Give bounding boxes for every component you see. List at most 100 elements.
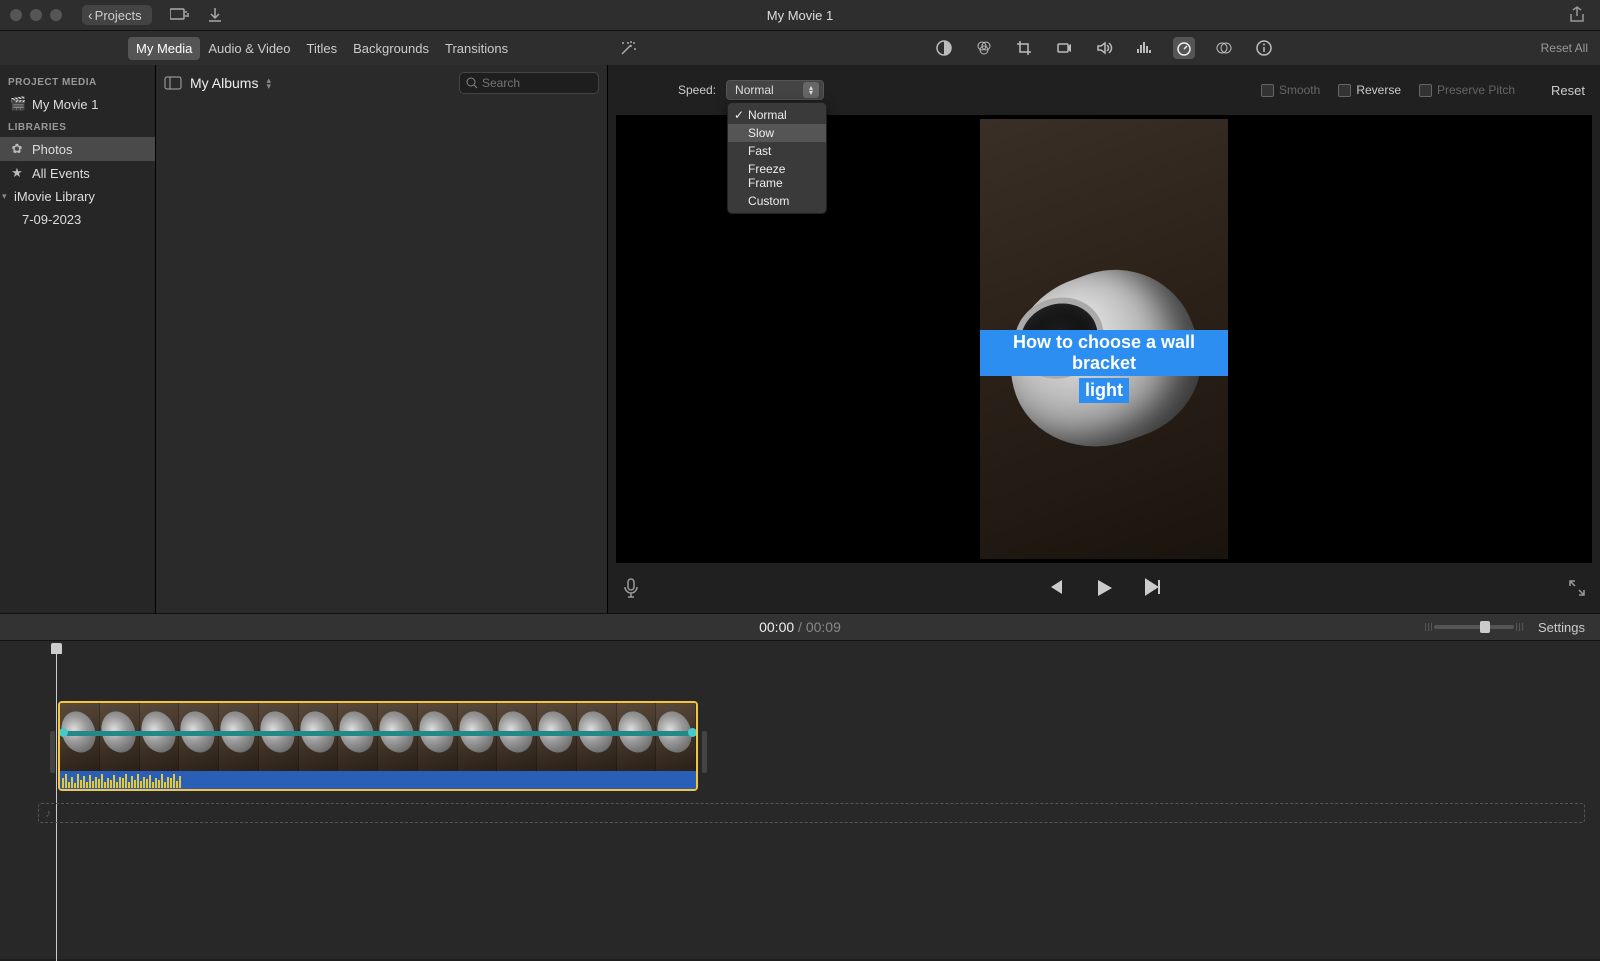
speed-option-freeze-frame[interactable]: Freeze Frame: [728, 160, 826, 192]
back-projects-button[interactable]: ‹ Projects: [82, 5, 152, 25]
clip-filter-button[interactable]: [1213, 37, 1235, 59]
window-title: My Movie 1: [0, 8, 1600, 23]
speed-controls-row: Speed: Normal ▴▾ Normal Slow Fast Freeze…: [608, 65, 1600, 115]
smooth-checkbox[interactable]: Smooth: [1261, 83, 1320, 97]
timeline-clip[interactable]: [58, 701, 698, 791]
caption-line-2: light: [1079, 378, 1129, 403]
speed-reset-button[interactable]: Reset: [1551, 83, 1585, 98]
checkbox-icon: [1338, 84, 1351, 97]
music-note-icon: ♪: [45, 806, 51, 820]
browser-toolbar: My Albums ▴▾: [156, 69, 607, 97]
import-button[interactable]: [208, 7, 222, 23]
tab-transitions[interactable]: Transitions: [437, 37, 516, 60]
preserve-pitch-checkbox[interactable]: Preserve Pitch: [1419, 83, 1515, 97]
photos-label: Photos: [32, 142, 72, 157]
clip-speed-indicator[interactable]: [60, 731, 696, 736]
crop-button[interactable]: [1013, 37, 1035, 59]
next-frame-button[interactable]: [1143, 577, 1163, 599]
dropdown-arrows-icon: ▴▾: [803, 82, 819, 98]
close-window-icon[interactable]: [10, 9, 22, 21]
speed-button[interactable]: [1173, 37, 1195, 59]
previous-frame-button[interactable]: [1045, 577, 1065, 599]
libraries-header: LIBRARIES: [0, 116, 155, 137]
playhead[interactable]: [56, 643, 57, 961]
reverse-checkbox[interactable]: Reverse: [1338, 83, 1401, 97]
media-browser: My Albums ▴▾: [156, 65, 607, 613]
main-area: PROJECT MEDIA 🎬 My Movie 1 LIBRARIES ✿ P…: [0, 65, 1600, 613]
tab-audio-video[interactable]: Audio & Video: [200, 37, 298, 60]
volume-button[interactable]: [1093, 37, 1115, 59]
titlebar: ‹ Projects My Movie 1: [0, 0, 1600, 30]
checkbox-icon: [1261, 84, 1274, 97]
tab-my-media[interactable]: My Media: [128, 37, 200, 60]
video-frame: TikTok @beesgey How to choose a wall bra…: [980, 119, 1228, 559]
photos-icon: ✿: [10, 141, 24, 157]
sidebar-item-all-events[interactable]: ★ All Events: [0, 161, 155, 185]
speed-option-slow[interactable]: Slow: [728, 124, 826, 142]
search-input[interactable]: [482, 76, 582, 90]
chevron-left-icon: ‹: [88, 7, 93, 23]
speed-dropdown[interactable]: Normal ▴▾ Normal Slow Fast Freeze Frame …: [726, 80, 824, 100]
search-field[interactable]: [459, 72, 599, 94]
event-date-label: 7-09-2023: [22, 212, 81, 227]
video-caption: How to choose a wall bracket light: [980, 329, 1228, 404]
sidebar-toggle-icon[interactable]: [164, 76, 182, 90]
checkbox-icon: [1419, 84, 1432, 97]
speed-option-fast[interactable]: Fast: [728, 142, 826, 160]
speed-label: Speed:: [678, 83, 716, 97]
library-sidebar: PROJECT MEDIA 🎬 My Movie 1 LIBRARIES ✿ P…: [0, 65, 156, 613]
speed-checkboxes: Smooth Reverse Preserve Pitch Reset: [1261, 83, 1585, 98]
window-controls: [10, 9, 62, 21]
sidebar-item-photos[interactable]: ✿ Photos: [0, 137, 155, 161]
share-button[interactable]: [1569, 6, 1585, 24]
playback-controls-row: [608, 563, 1600, 613]
project-media-item[interactable]: 🎬 My Movie 1: [0, 92, 155, 116]
current-time: 00:00: [759, 619, 794, 635]
tabs-row: My Media Audio & Video Titles Background…: [0, 30, 1600, 65]
star-icon: ★: [10, 165, 24, 181]
sidebar-item-imovie-library[interactable]: ▾ iMovie Library: [0, 185, 155, 208]
back-label: Projects: [95, 8, 142, 23]
color-balance-button[interactable]: [933, 37, 955, 59]
viewer-panel: Speed: Normal ▴▾ Normal Slow Fast Freeze…: [607, 65, 1600, 613]
search-icon: [466, 77, 478, 89]
speed-option-normal[interactable]: Normal: [728, 106, 826, 124]
viewer-toolbar: Reset All: [607, 39, 1600, 57]
albums-label: My Albums: [190, 75, 258, 91]
minimize-window-icon[interactable]: [30, 9, 42, 21]
tab-backgrounds[interactable]: Backgrounds: [345, 37, 437, 60]
color-correction-button[interactable]: [973, 37, 995, 59]
tab-titles[interactable]: Titles: [299, 37, 346, 60]
zoom-window-icon[interactable]: [50, 9, 62, 21]
clip-handle-right[interactable]: [702, 731, 707, 773]
media-tabs: My Media Audio & Video Titles Background…: [0, 37, 607, 60]
play-button[interactable]: [1093, 577, 1115, 599]
stabilization-button[interactable]: [1053, 37, 1075, 59]
all-events-label: All Events: [32, 166, 90, 181]
adjust-icons-group: [607, 37, 1600, 59]
total-time: 00:09: [806, 619, 841, 635]
timeline[interactable]: ♪: [0, 641, 1600, 959]
imovie-library-label: iMovie Library: [14, 189, 95, 204]
speed-option-custom[interactable]: Custom: [728, 192, 826, 210]
clapperboard-icon: 🎬: [10, 96, 24, 112]
time-display: 00:00 / 00:09: [0, 619, 1600, 635]
project-name: My Movie 1: [32, 97, 98, 112]
clip-thumbnails: [60, 703, 696, 771]
info-button[interactable]: [1253, 37, 1275, 59]
updown-arrows-icon: ▴▾: [266, 77, 271, 89]
speed-value: Normal: [735, 83, 774, 97]
noise-reduction-button[interactable]: [1133, 37, 1155, 59]
disclosure-triangle-icon: ▾: [2, 191, 12, 202]
project-media-header: PROJECT MEDIA: [0, 71, 155, 92]
speed-dropdown-menu: Normal Slow Fast Freeze Frame Custom: [727, 102, 827, 214]
clip-appearance-button[interactable]: [170, 7, 190, 23]
albums-dropdown[interactable]: My Albums ▴▾: [190, 75, 271, 91]
clip-audio-waveform: [60, 771, 696, 789]
caption-line-1: How to choose a wall bracket: [980, 330, 1228, 376]
clip-handle-left[interactable]: [50, 731, 55, 773]
browser-content: [156, 97, 607, 613]
background-music-track[interactable]: ♪: [38, 803, 1585, 823]
sidebar-item-event[interactable]: 7-09-2023: [0, 208, 155, 231]
transport-controls: [608, 577, 1600, 599]
